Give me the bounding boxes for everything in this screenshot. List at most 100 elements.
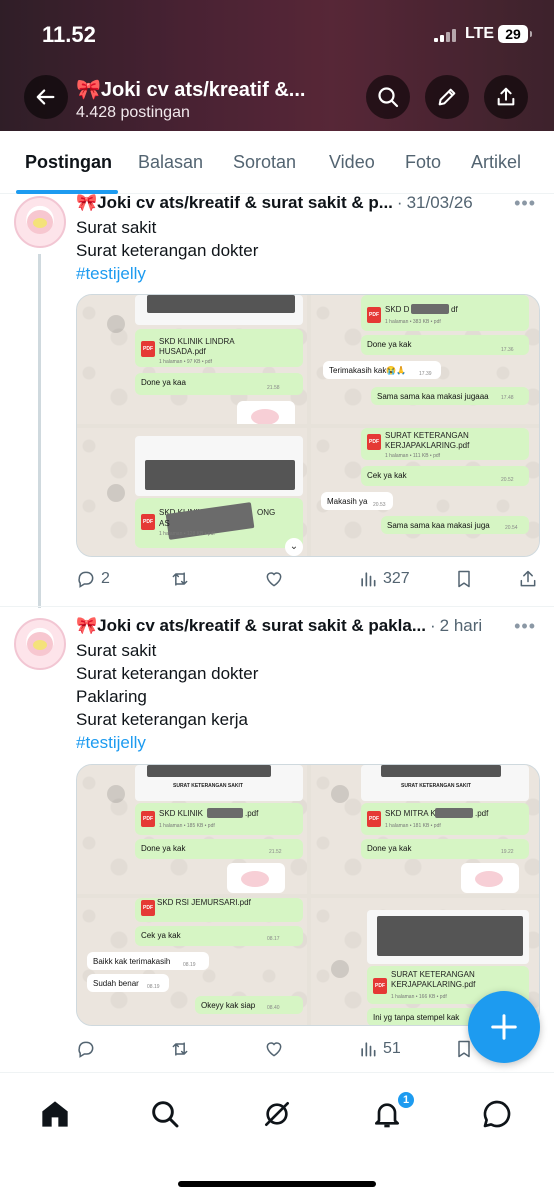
post-text: Surat sakit Surat keterangan dokter Pakl…: [76, 639, 258, 754]
post-media-grid[interactable]: SURAT KETERANGAN SAKIT PDF SKD KLINIK .p…: [76, 764, 540, 1026]
file-meta: 1 halaman • 97 KB • pdf: [159, 359, 212, 365]
message-time: 08.40: [267, 1005, 280, 1011]
message-text: Sama sama kaa makasi jugaaa: [377, 392, 489, 401]
share-button[interactable]: [484, 75, 528, 119]
media-image-3[interactable]: PDF SKD KLINIK ONG AS 1 halaman • 128 KB…: [77, 428, 307, 556]
like-button[interactable]: [264, 1037, 284, 1061]
redacted-block: [147, 295, 295, 313]
file-name-end: ONG: [257, 508, 276, 517]
tab-video[interactable]: Video: [329, 152, 375, 173]
bookmark-button[interactable]: [454, 567, 474, 591]
forward-icon: [107, 484, 125, 502]
media-image-2[interactable]: PDF SKD D df 1 halaman • 383 KB • pdf Do…: [311, 295, 539, 424]
message-text: Sudah benar: [93, 979, 139, 988]
hashtag-link[interactable]: #testijelly: [76, 731, 258, 754]
file-name: SKD KLINIK: [159, 809, 204, 818]
home-icon: [42, 1101, 68, 1127]
reply-button[interactable]: 2: [76, 567, 110, 591]
like-button[interactable]: [264, 567, 284, 591]
signal-icon: [434, 28, 458, 42]
grok-icon: [265, 1102, 289, 1126]
file-meta: 1 halaman • 181 KB • pdf: [385, 823, 441, 829]
pdf-icon: PDF: [367, 434, 381, 450]
views-count: 51: [383, 1040, 401, 1057]
post-actions: 51: [76, 1037, 538, 1061]
more-options-icon[interactable]: •••: [514, 193, 536, 214]
separator-dot: ·: [430, 616, 436, 635]
post-divider: [0, 606, 554, 607]
views-button[interactable]: 51: [358, 1037, 401, 1061]
message-text: Terimakasih kak😭🙏: [329, 366, 407, 375]
share-icon: [520, 570, 536, 587]
avatar[interactable]: [14, 196, 66, 248]
media-image-2[interactable]: SURAT KETERANGAN SAKIT PDF SKD MITRA K .…: [311, 765, 539, 894]
heart-icon: [266, 572, 282, 587]
post-line: Surat sakit: [76, 218, 157, 237]
pdf-icon: PDF: [141, 811, 155, 827]
post-author[interactable]: 🎀Joki cv ats/kreatif & surat sakit & pak…: [76, 616, 426, 636]
message-bubble: Done ya kaa: [135, 373, 303, 395]
message-time: 20.53: [373, 502, 386, 508]
file-meta: 1 halaman • 166 KB • pdf: [391, 994, 447, 1000]
repost-button[interactable]: [170, 1037, 190, 1061]
tab-balasan[interactable]: Balasan: [138, 152, 203, 173]
message-text: Baikk kak terimakasih: [93, 957, 171, 966]
views-icon: [361, 1042, 376, 1057]
nav-messages[interactable]: [480, 1097, 514, 1131]
file-meta: 1 halaman • 185 KB • pdf: [159, 823, 215, 829]
compose-button[interactable]: [468, 991, 540, 1063]
back-button[interactable]: [24, 75, 68, 119]
arrow-left-icon: [36, 89, 55, 105]
tab-foto[interactable]: Foto: [405, 152, 441, 173]
more-options-icon[interactable]: •••: [514, 616, 536, 637]
edit-button[interactable]: [425, 75, 469, 119]
nav-search[interactable]: [148, 1097, 182, 1131]
media-image-4[interactable]: PDF SURAT KETERANGAN KERJAPAKLARING.pdf …: [311, 428, 539, 556]
nav-grok[interactable]: [260, 1097, 294, 1131]
views-button[interactable]: 327: [358, 567, 410, 591]
views-icon: [361, 572, 376, 587]
avatar[interactable]: [14, 618, 66, 670]
reply-button[interactable]: [76, 1037, 96, 1061]
media-image-1[interactable]: SURAT KETERANGAN SAKIT PDF SKD KLINIK .p…: [77, 765, 307, 894]
post-media-grid[interactable]: PDF SKD KLINIK LINDRA HUSADA.pdf 1 halam…: [76, 294, 540, 557]
post-line: Surat keterangan dokter: [76, 241, 259, 260]
file-meta: 1 halaman • 111 KB • pdf: [385, 453, 441, 459]
media-image-3[interactable]: PDF SKD RSI JEMURSARI.pdf Cek ya kak 08.…: [77, 898, 307, 1025]
tab-artikel[interactable]: Artikel: [471, 152, 521, 173]
file-name-end: df: [451, 305, 458, 314]
reply-icon: [78, 1041, 94, 1058]
file-meta: 1 halaman • 383 KB • pdf: [385, 319, 441, 325]
home-indicator: [178, 1181, 376, 1187]
file-name: SKD KLINIK LINDRA HUSADA.pdf: [159, 337, 235, 356]
message-time: 08.17: [267, 936, 280, 942]
plus-icon: [491, 1014, 517, 1040]
search-button[interactable]: [366, 75, 410, 119]
search-icon: [378, 87, 399, 108]
network-label: LTE: [465, 25, 495, 42]
hashtag-link[interactable]: #testijelly: [76, 262, 258, 285]
tab-postingan[interactable]: Postingan: [25, 152, 112, 173]
message-text: Done ya kak: [141, 844, 186, 853]
message-time: 17.36: [501, 347, 514, 353]
post-author[interactable]: 🎀Joki cv ats/kreatif & surat sakit & p..…: [76, 193, 393, 213]
share-icon: [497, 87, 515, 106]
redacted-block: [411, 304, 449, 314]
repost-button[interactable]: [170, 567, 190, 591]
media-image-1[interactable]: PDF SKD KLINIK LINDRA HUSADA.pdf 1 halam…: [77, 295, 307, 424]
pdf-icon: PDF: [367, 307, 381, 323]
reply-count: 2: [101, 570, 110, 587]
post-date[interactable]: 2 hari: [440, 616, 483, 636]
avatar-image: [27, 210, 53, 234]
tab-sorotan[interactable]: Sorotan: [233, 152, 296, 173]
share-post-button[interactable]: [518, 567, 538, 591]
message-bubble: Cek ya kak: [361, 466, 529, 486]
profile-header: 11.52 LTE 29 🎀Joki cv ats/kreatif &... 4…: [0, 0, 554, 131]
file-name: SKD RSI JEMURSARI.pdf: [157, 898, 251, 907]
post-line: Paklaring: [76, 687, 147, 706]
sticker-image: [227, 863, 285, 893]
nav-home[interactable]: [38, 1097, 72, 1131]
post-date[interactable]: 31/03/26: [407, 193, 473, 213]
message-text: Okeyy kak siap: [201, 1001, 256, 1010]
reply-icon: [78, 571, 94, 588]
